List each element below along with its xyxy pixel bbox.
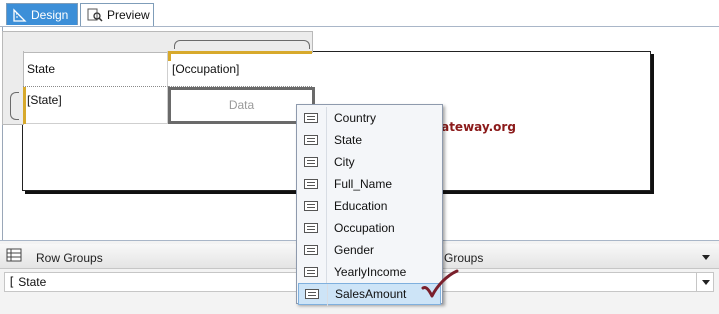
tablix-corner-handle[interactable] bbox=[2, 31, 24, 53]
row-group-item-name: State bbox=[18, 275, 47, 289]
preview-icon bbox=[87, 8, 103, 22]
column-group-bracket bbox=[174, 40, 310, 49]
field-item-label: State bbox=[334, 133, 363, 147]
field-icon bbox=[305, 289, 319, 299]
group-cell-state-text: [State] bbox=[27, 93, 62, 107]
row-group-bracket-glyph: [ bbox=[8, 275, 16, 289]
data-cell[interactable]: Data bbox=[168, 87, 315, 124]
field-icon bbox=[304, 223, 318, 233]
row-group-item-label: [State bbox=[8, 275, 46, 289]
column-group-indicator-left bbox=[168, 51, 171, 61]
row-group-bracket bbox=[10, 92, 19, 120]
tab-preview-label: Preview bbox=[107, 8, 150, 22]
field-item-state[interactable]: State bbox=[298, 129, 441, 151]
row-groups-label: Row Groups bbox=[36, 251, 103, 265]
row-group-indicator bbox=[23, 87, 26, 124]
column-groups-dropdown-icon[interactable] bbox=[702, 255, 710, 260]
field-item-gender[interactable]: Gender bbox=[298, 239, 441, 261]
field-item-label: Education bbox=[334, 199, 388, 213]
field-icon bbox=[304, 179, 318, 189]
column-group-indicator bbox=[168, 51, 312, 54]
column-groups-label: Groups bbox=[444, 251, 484, 265]
data-cell-placeholder: Data bbox=[228, 98, 255, 112]
field-item-occupation[interactable]: Occupation bbox=[298, 217, 441, 239]
field-item-label: City bbox=[334, 155, 355, 169]
field-item-label: SalesAmount bbox=[335, 287, 407, 301]
field-item-label: Country bbox=[334, 111, 377, 125]
field-item-full-name[interactable]: Full_Name bbox=[298, 173, 441, 195]
field-icon bbox=[304, 157, 318, 167]
row-groups-icon bbox=[6, 248, 22, 265]
field-icon bbox=[304, 267, 318, 277]
field-icon bbox=[304, 201, 318, 211]
field-item-label: Gender bbox=[334, 243, 375, 257]
field-icon bbox=[304, 113, 318, 123]
header-cell-state-text: State bbox=[27, 61, 56, 76]
row-group-divider bbox=[696, 273, 697, 291]
group-cell-state[interactable]: [State] bbox=[23, 87, 168, 124]
tab-design-label: Design bbox=[31, 7, 69, 22]
row-handle-1[interactable] bbox=[2, 51, 24, 88]
field-item-label: Occupation bbox=[334, 221, 395, 235]
field-item-city[interactable]: City bbox=[298, 151, 441, 173]
header-cell-state[interactable]: State bbox=[23, 51, 168, 87]
tab-preview[interactable]: Preview bbox=[80, 3, 154, 26]
row-group-dropdown-icon[interactable] bbox=[702, 280, 710, 285]
tab-design[interactable]: Design bbox=[6, 3, 78, 25]
field-item-label: YearlyIncome bbox=[334, 265, 407, 279]
field-icon bbox=[304, 245, 318, 255]
checkmark-icon bbox=[420, 268, 460, 305]
field-item-label: Full_Name bbox=[334, 177, 393, 191]
column-handle-1[interactable] bbox=[22, 31, 169, 53]
field-item-country[interactable]: Country bbox=[298, 107, 441, 129]
header-cell-occupation-text: [Occupation] bbox=[172, 61, 240, 76]
field-icon bbox=[304, 135, 318, 145]
design-ruler-icon bbox=[13, 7, 27, 22]
header-cell-occupation[interactable]: [Occupation] bbox=[168, 51, 312, 87]
field-item-education[interactable]: Education bbox=[298, 195, 441, 217]
